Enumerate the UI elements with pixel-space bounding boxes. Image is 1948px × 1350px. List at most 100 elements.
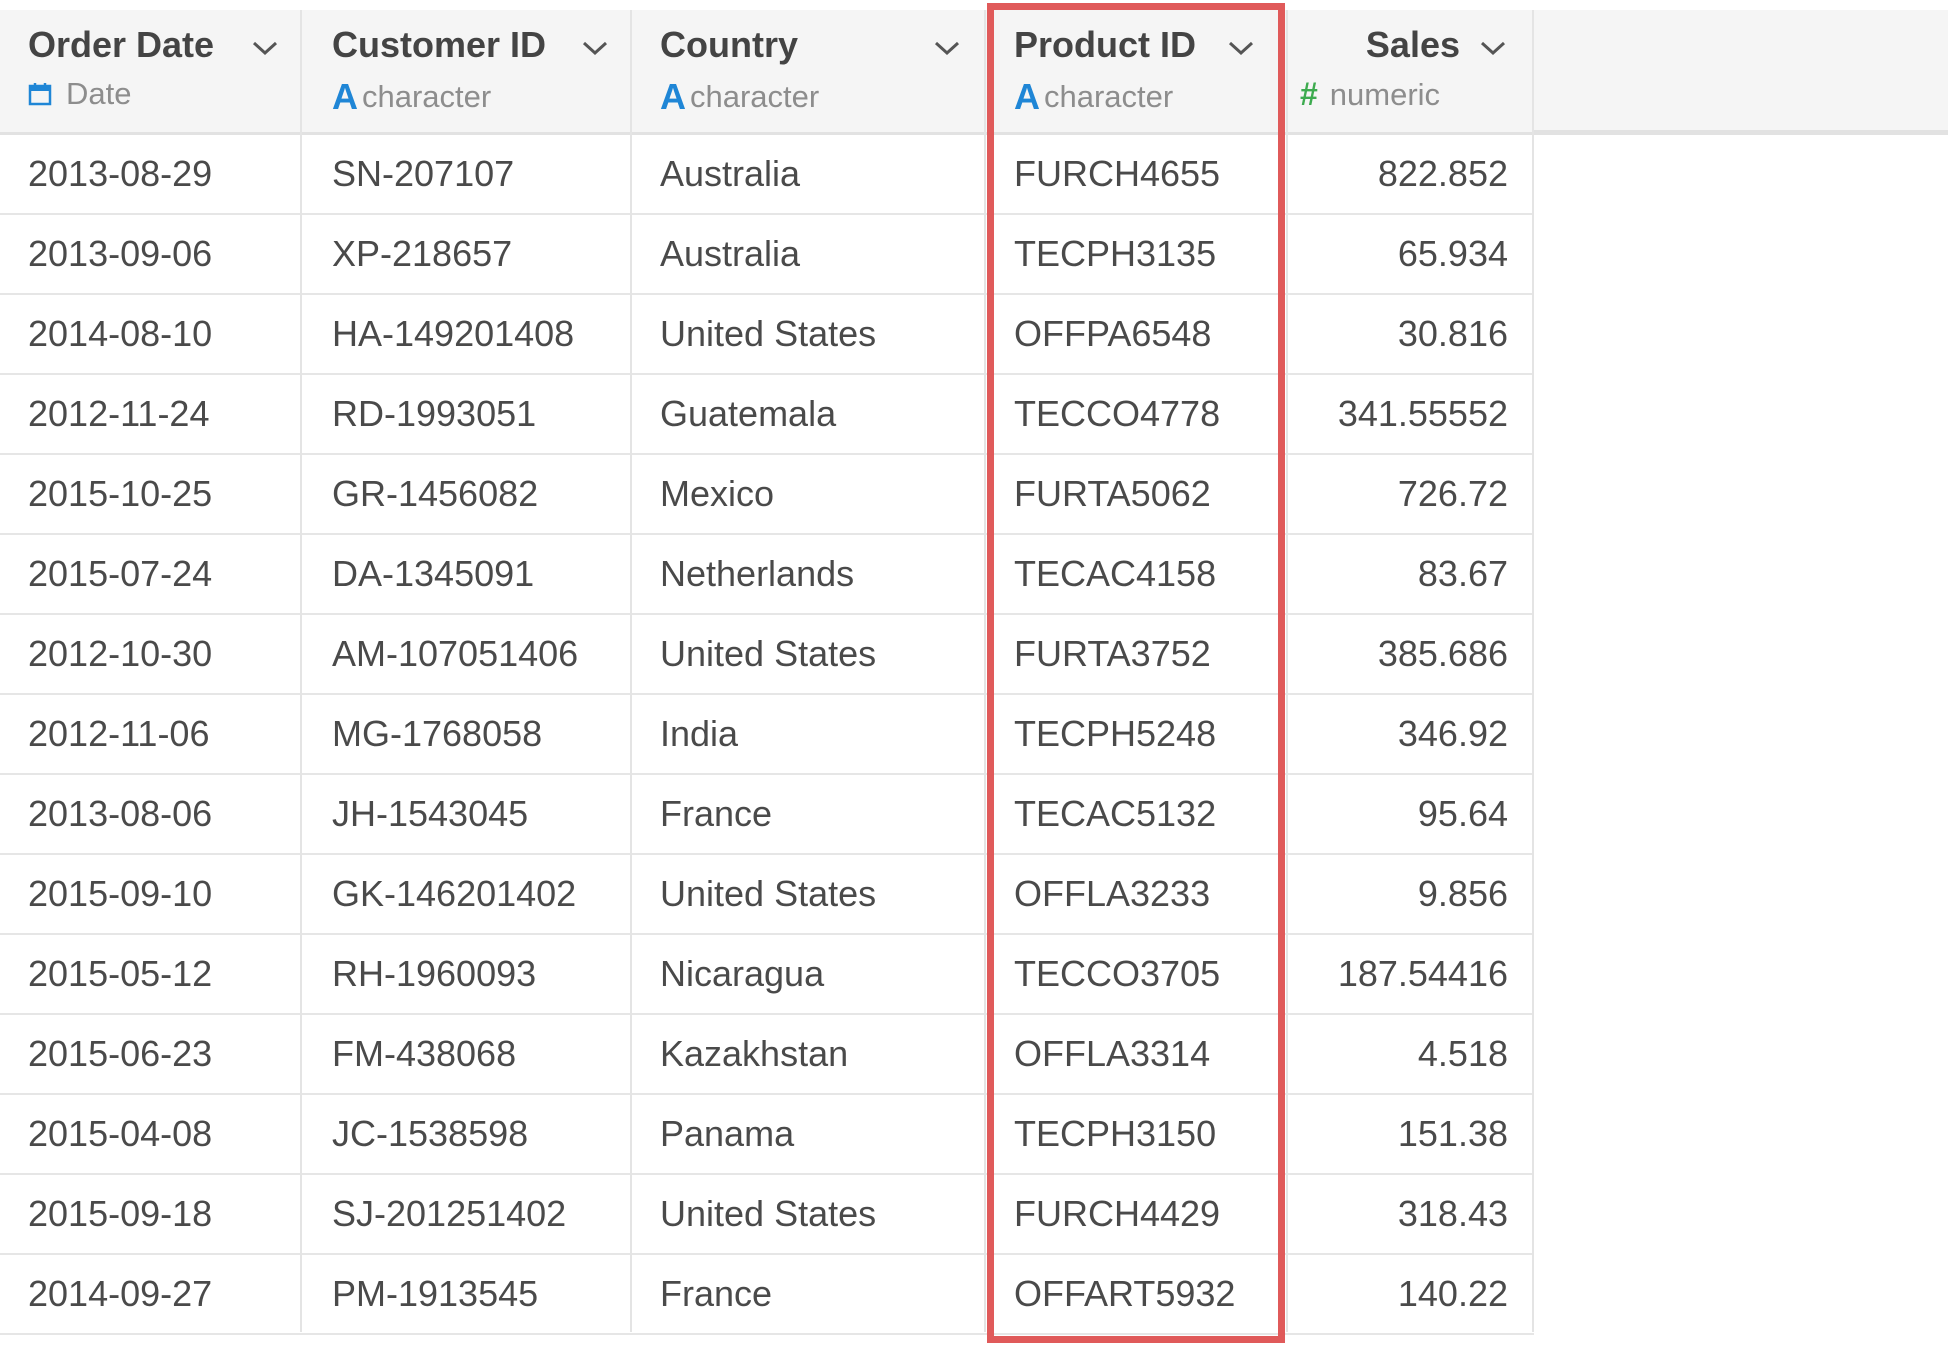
table-cell-customer-id[interactable]: XP-218657 bbox=[332, 215, 512, 293]
table-cell-customer-id[interactable]: MG-1768058 bbox=[332, 695, 542, 773]
table-cell-order-date[interactable]: 2013-09-06 bbox=[28, 215, 212, 293]
table-cell-sales[interactable]: 318.43 bbox=[1288, 1175, 1508, 1253]
chevron-down-icon[interactable] bbox=[932, 38, 962, 58]
table-cell-customer-id[interactable]: HA-149201408 bbox=[332, 295, 574, 373]
table-row[interactable]: 2015-06-23 FM-438068 Kazakhstan OFFLA3314 4.… bbox=[0, 1015, 1534, 1095]
table-cell-country[interactable]: Kazakhstan bbox=[660, 1015, 848, 1093]
table-cell-product-id[interactable]: FURCH4655 bbox=[1014, 135, 1220, 213]
table-cell-sales[interactable]: 822.852 bbox=[1288, 135, 1508, 213]
column-divider[interactable] bbox=[300, 132, 302, 1332]
table-cell-product-id[interactable]: TECPH3150 bbox=[1014, 1095, 1216, 1173]
table-cell-product-id[interactable]: TECAC4158 bbox=[1014, 535, 1216, 613]
table-cell-country[interactable]: Nicaragua bbox=[660, 935, 824, 1013]
table-cell-customer-id[interactable]: RD-1993051 bbox=[332, 375, 536, 453]
table-cell-product-id[interactable]: OFFLA3314 bbox=[1014, 1015, 1210, 1093]
table-cell-order-date[interactable]: 2012-11-24 bbox=[28, 375, 209, 453]
chevron-down-icon[interactable] bbox=[1478, 38, 1508, 58]
table-cell-country[interactable]: France bbox=[660, 775, 772, 853]
table-cell-order-date[interactable]: 2013-08-06 bbox=[28, 775, 212, 853]
table-cell-product-id[interactable]: OFFLA3233 bbox=[1014, 855, 1210, 933]
table-row[interactable]: 2015-10-25 GR-1456082 Mexico FURTA5062 726.7… bbox=[0, 455, 1534, 535]
chevron-down-icon[interactable] bbox=[580, 38, 610, 58]
table-row[interactable]: 2015-09-10 GK-146201402 United States OFFLA… bbox=[0, 855, 1534, 935]
table-cell-sales[interactable]: 65.934 bbox=[1288, 215, 1508, 293]
table-cell-country[interactable]: United States bbox=[660, 295, 876, 373]
table-cell-customer-id[interactable]: DA-1345091 bbox=[332, 535, 534, 613]
column-divider[interactable] bbox=[1532, 132, 1534, 1332]
table-cell-customer-id[interactable]: JC-1538598 bbox=[332, 1095, 528, 1173]
column-header-order-date[interactable]: Order Date Date bbox=[0, 10, 302, 132]
table-cell-order-date[interactable]: 2015-07-24 bbox=[28, 535, 212, 613]
table-cell-order-date[interactable]: 2015-06-23 bbox=[28, 1015, 212, 1093]
table-cell-order-date[interactable]: 2012-11-06 bbox=[28, 695, 209, 773]
table-row[interactable]: 2012-11-24 RD-1993051 Guatemala TECCO4778 34… bbox=[0, 375, 1534, 455]
table-cell-country[interactable]: Mexico bbox=[660, 455, 774, 533]
table-cell-product-id[interactable]: FURTA5062 bbox=[1014, 455, 1211, 533]
table-cell-order-date[interactable]: 2013-08-29 bbox=[28, 135, 212, 213]
table-cell-country[interactable]: Australia bbox=[660, 135, 800, 213]
column-header-customer-id[interactable]: Customer ID Acharacter bbox=[302, 10, 632, 132]
table-cell-customer-id[interactable]: PM-1913545 bbox=[332, 1255, 538, 1333]
table-cell-country[interactable]: France bbox=[660, 1255, 772, 1333]
column-divider[interactable] bbox=[1286, 132, 1288, 1332]
table-cell-sales[interactable]: 9.856 bbox=[1288, 855, 1508, 933]
table-row[interactable]: 2015-09-18 SJ-201251402 United States FURCH… bbox=[0, 1175, 1534, 1255]
table-cell-country[interactable]: Netherlands bbox=[660, 535, 854, 613]
table-cell-order-date[interactable]: 2015-10-25 bbox=[28, 455, 212, 533]
table-row[interactable]: 2015-04-08 JC-1538598 Panama TECPH3150 151.3… bbox=[0, 1095, 1534, 1175]
table-cell-sales[interactable]: 83.67 bbox=[1288, 535, 1508, 613]
table-cell-sales[interactable]: 726.72 bbox=[1288, 455, 1508, 533]
chevron-down-icon[interactable] bbox=[250, 38, 280, 58]
table-cell-product-id[interactable]: TECCO3705 bbox=[1014, 935, 1220, 1013]
table-cell-sales[interactable]: 385.686 bbox=[1288, 615, 1508, 693]
table-cell-order-date[interactable]: 2015-09-10 bbox=[28, 855, 212, 933]
table-row[interactable]: 2014-08-10 HA-149201408 United States OFFPA… bbox=[0, 295, 1534, 375]
table-row[interactable]: 2013-08-29 SN-207107 Australia FURCH4655 822… bbox=[0, 135, 1534, 215]
table-row[interactable]: 2013-08-06 JH-1543045 France TECAC5132 95.64 bbox=[0, 775, 1534, 855]
table-row[interactable]: 2012-11-06 MG-1768058 India TECPH5248 346.92 bbox=[0, 695, 1534, 775]
table-cell-sales[interactable]: 30.816 bbox=[1288, 295, 1508, 373]
column-divider[interactable] bbox=[630, 132, 632, 1332]
table-cell-product-id[interactable]: TECPH3135 bbox=[1014, 215, 1216, 293]
column-header-product-id[interactable]: Product ID Acharacter bbox=[986, 10, 1288, 132]
table-cell-customer-id[interactable]: SN-207107 bbox=[332, 135, 514, 213]
table-row[interactable]: 2015-05-12 RH-1960093 Nicaragua TECCO3705 18… bbox=[0, 935, 1534, 1015]
table-cell-order-date[interactable]: 2015-09-18 bbox=[28, 1175, 212, 1253]
column-header-country[interactable]: Country Acharacter bbox=[632, 10, 986, 132]
table-cell-country[interactable]: Panama bbox=[660, 1095, 794, 1173]
table-cell-sales[interactable]: 341.55552 bbox=[1288, 375, 1508, 453]
table-cell-customer-id[interactable]: GK-146201402 bbox=[332, 855, 576, 933]
table-cell-sales[interactable]: 151.38 bbox=[1288, 1095, 1508, 1173]
table-cell-product-id[interactable]: TECAC5132 bbox=[1014, 775, 1216, 853]
table-cell-order-date[interactable]: 2014-08-10 bbox=[28, 295, 212, 373]
column-divider[interactable] bbox=[984, 132, 986, 1332]
table-cell-order-date[interactable]: 2015-05-12 bbox=[28, 935, 212, 1013]
table-cell-country[interactable]: United States bbox=[660, 855, 876, 933]
column-header-sales[interactable]: Sales # numeric bbox=[1288, 10, 1534, 132]
table-cell-product-id[interactable]: OFFART5932 bbox=[1014, 1255, 1235, 1333]
table-cell-country[interactable]: United States bbox=[660, 1175, 876, 1253]
table-row[interactable]: 2015-07-24 DA-1345091 Netherlands TECAC4158… bbox=[0, 535, 1534, 615]
table-cell-customer-id[interactable]: SJ-201251402 bbox=[332, 1175, 566, 1253]
table-cell-order-date[interactable]: 2015-04-08 bbox=[28, 1095, 212, 1173]
table-cell-sales[interactable]: 95.64 bbox=[1288, 775, 1508, 853]
table-cell-order-date[interactable]: 2012-10-30 bbox=[28, 615, 212, 693]
table-cell-product-id[interactable]: OFFPA6548 bbox=[1014, 295, 1211, 373]
table-cell-country[interactable]: India bbox=[660, 695, 738, 773]
table-cell-product-id[interactable]: FURCH4429 bbox=[1014, 1175, 1220, 1253]
table-row[interactable]: 2012-10-30 AM-107051406 United States FURTA… bbox=[0, 615, 1534, 695]
table-cell-customer-id[interactable]: AM-107051406 bbox=[332, 615, 578, 693]
table-cell-sales[interactable]: 140.22 bbox=[1288, 1255, 1508, 1333]
table-cell-country[interactable]: Australia bbox=[660, 215, 800, 293]
table-cell-product-id[interactable]: TECCO4778 bbox=[1014, 375, 1220, 453]
table-cell-sales[interactable]: 346.92 bbox=[1288, 695, 1508, 773]
table-row[interactable]: 2013-09-06 XP-218657 Australia TECPH3135 65.… bbox=[0, 215, 1534, 295]
table-cell-country[interactable]: Guatemala bbox=[660, 375, 836, 453]
table-row[interactable]: 2014-09-27 PM-1913545 France OFFART5932 140.… bbox=[0, 1255, 1534, 1335]
table-cell-product-id[interactable]: FURTA3752 bbox=[1014, 615, 1211, 693]
table-cell-product-id[interactable]: TECPH5248 bbox=[1014, 695, 1216, 773]
table-cell-customer-id[interactable]: JH-1543045 bbox=[332, 775, 528, 853]
table-cell-sales[interactable]: 187.54416 bbox=[1288, 935, 1508, 1013]
table-cell-customer-id[interactable]: FM-438068 bbox=[332, 1015, 516, 1093]
chevron-down-icon[interactable] bbox=[1226, 38, 1256, 58]
